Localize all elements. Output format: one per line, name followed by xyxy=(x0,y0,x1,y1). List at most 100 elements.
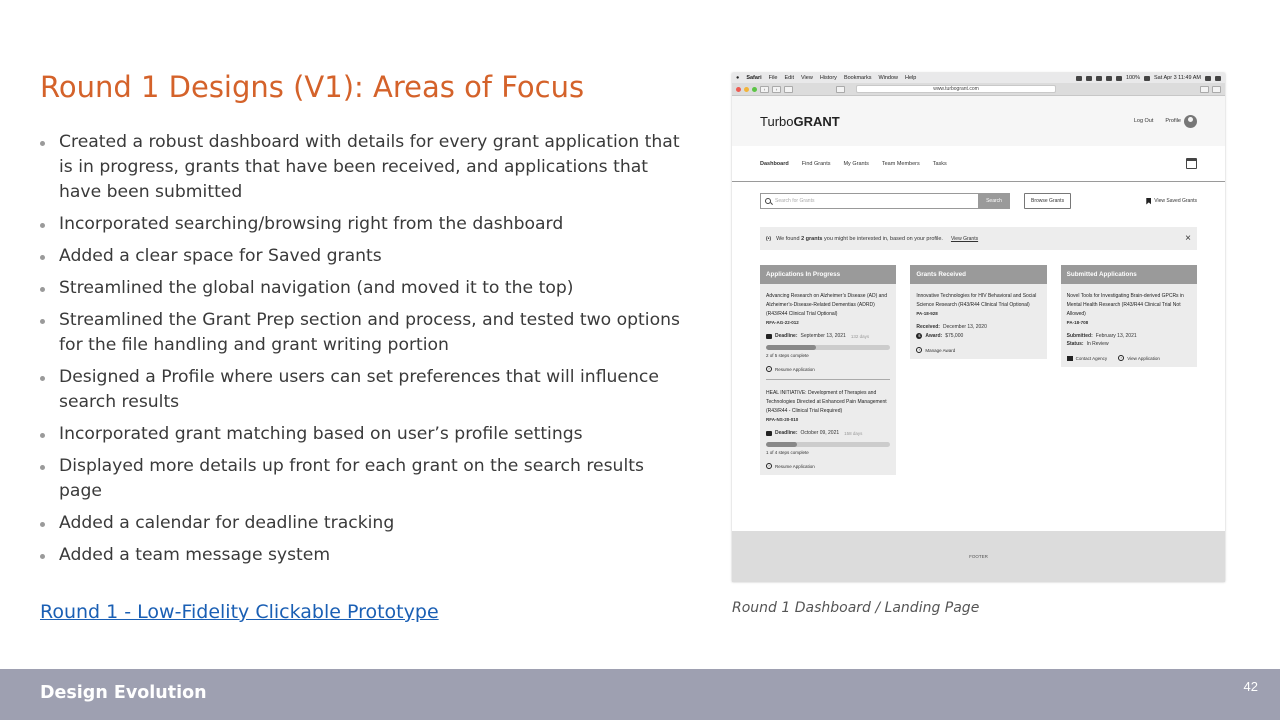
back-icon[interactable]: ‹ xyxy=(760,85,769,93)
status-icon xyxy=(1105,75,1112,81)
grant-title[interactable]: HEAL INITIATIVE: Development of Therapie… xyxy=(766,389,890,416)
dashboard-screenshot: ● Safari File Edit View History Bookmark… xyxy=(732,73,1225,582)
bullet-dot xyxy=(40,141,45,146)
logout-link[interactable]: Log Out xyxy=(1134,118,1154,124)
sidebar-icon[interactable] xyxy=(784,85,793,93)
steps-text: 1 of 4 steps complete xyxy=(766,450,809,455)
minimize-window-button[interactable] xyxy=(744,86,749,92)
header-actions: Log Out Profile xyxy=(1134,114,1197,128)
section-label: Design Evolution xyxy=(40,683,207,703)
resume-application-link[interactable]: › Resume Application xyxy=(766,463,890,469)
steps-text: 2 of 5 steps complete xyxy=(766,353,809,358)
submitted-row: Submitted: February 13, 2021 xyxy=(1066,333,1137,339)
resume-icon: › xyxy=(766,463,772,469)
resume-application-link[interactable]: › Resume Application xyxy=(766,366,890,372)
list-item: Streamlined the global navigation (and m… xyxy=(40,276,690,301)
view-saved-grants-link[interactable]: View Saved Grants xyxy=(1146,197,1197,205)
avatar[interactable] xyxy=(1184,114,1197,128)
progress-bar xyxy=(766,345,890,350)
card-in-progress: Applications In Progress Advancing Resea… xyxy=(760,265,897,475)
app-header: TurboGRANT Log Out Profile xyxy=(732,96,1225,146)
close-icon[interactable]: × xyxy=(1185,233,1191,244)
nav-dashboard[interactable]: Dashboard xyxy=(760,161,789,167)
forward-icon[interactable]: › xyxy=(772,85,781,93)
nav-tasks[interactable]: Tasks xyxy=(933,161,947,167)
menu-item[interactable]: History xyxy=(820,75,837,81)
list-item: Streamlined the Grant Prep section and p… xyxy=(40,308,690,358)
menu-item[interactable]: Window xyxy=(878,75,898,81)
search-icon xyxy=(765,198,771,204)
status-icon xyxy=(1095,75,1102,81)
manage-award-link[interactable]: › Manage Award xyxy=(916,347,1040,353)
grant-code: RFA-NS-20-010 xyxy=(766,417,799,422)
resume-icon: › xyxy=(766,366,772,372)
clock: Sat Apr 3 11:49 AM xyxy=(1154,75,1201,81)
menu-item[interactable]: Safari xyxy=(746,75,761,81)
bookmark-icon xyxy=(1146,197,1152,205)
nav-my-grants[interactable]: My Grants xyxy=(843,161,868,167)
view-application-link[interactable]: View Application xyxy=(1127,356,1160,361)
contact-agency-link[interactable]: Contact Agency xyxy=(1076,356,1108,361)
prototype-link[interactable]: Round 1 - Low-Fidelity Clickable Prototy… xyxy=(40,601,439,623)
menu-item[interactable]: File xyxy=(769,75,778,81)
url-bar[interactable]: www.turbogrant.com xyxy=(856,85,1056,93)
card-header: Applications In Progress xyxy=(760,265,897,284)
profile-link[interactable]: Profile xyxy=(1165,118,1181,124)
view-grants-link[interactable]: View Grants xyxy=(951,236,978,242)
grant-code: PA-18-708 xyxy=(1066,320,1089,325)
bullet-dot xyxy=(40,287,45,292)
menu-item[interactable]: View xyxy=(801,75,813,81)
control-center-icon[interactable] xyxy=(1215,75,1221,81)
search-icon[interactable] xyxy=(1205,75,1211,81)
search-row: Search for Grants Search Browse Grants V… xyxy=(760,193,1197,209)
grant-title[interactable]: Innovative Technologies for HIV Behavior… xyxy=(916,292,1040,310)
focus-list: Created a robust dashboard with details … xyxy=(40,130,690,575)
search-button[interactable]: Search xyxy=(978,193,1010,209)
submitted-actions: Contact Agency › View Application xyxy=(1066,355,1191,361)
nav-find-grants[interactable]: Find Grants xyxy=(802,161,831,167)
turbogrant-logo[interactable]: TurboGRANT xyxy=(760,114,840,129)
menu-item[interactable]: Bookmarks xyxy=(844,75,872,81)
list-item: Incorporated grant matching based on use… xyxy=(40,422,690,447)
tabs-icon[interactable] xyxy=(1212,85,1221,93)
view-icon: › xyxy=(1118,355,1125,361)
list-item: Incorporated searching/browsing right fr… xyxy=(40,212,690,237)
screenshot-caption: Round 1 Dashboard / Landing Page xyxy=(732,600,980,616)
bullet-dot xyxy=(40,522,45,527)
browse-grants-button[interactable]: Browse Grants xyxy=(1024,193,1072,209)
grant-code: PA-18-928 xyxy=(916,311,938,316)
extension-icon[interactable] xyxy=(836,85,845,93)
wifi-icon xyxy=(1115,75,1122,81)
card-header: Submitted Applications xyxy=(1060,265,1197,284)
zoom-window-button[interactable] xyxy=(752,86,757,92)
list-item: Added a team message system xyxy=(40,543,690,568)
calendar-icon[interactable] xyxy=(1186,158,1197,169)
bullet-dot xyxy=(40,223,45,228)
grant-title[interactable]: Advancing Research on Alzheimer’s Diseas… xyxy=(766,292,890,319)
dashboard-cards: Applications In Progress Advancing Resea… xyxy=(760,265,1197,475)
bullet-dot xyxy=(40,255,45,260)
close-window-button[interactable] xyxy=(736,86,741,92)
bullet-dot xyxy=(40,465,45,470)
progress-fill xyxy=(766,345,816,350)
list-item: Added a calendar for deadline tracking xyxy=(40,511,690,536)
bullet-dot xyxy=(40,554,45,559)
progress-fill xyxy=(766,442,797,447)
status-icon xyxy=(1075,75,1082,81)
search-placeholder: Search for Grants xyxy=(775,198,815,204)
manage-icon: › xyxy=(916,347,923,353)
broadcast-icon: (•) xyxy=(766,235,772,242)
mac-menubar: ● Safari File Edit View History Bookmark… xyxy=(732,73,1225,83)
card-received: Grants Received Innovative Technologies … xyxy=(910,265,1047,359)
menu-item[interactable]: Help xyxy=(905,75,916,81)
bullet-dot xyxy=(40,376,45,381)
menu-item[interactable]: Edit xyxy=(785,75,794,81)
share-icon[interactable] xyxy=(1200,85,1209,93)
nav-team-members[interactable]: Team Members xyxy=(882,161,920,167)
search-input[interactable]: Search for Grants xyxy=(760,193,978,209)
calendar-icon xyxy=(766,430,772,436)
app-footer: FOOTER xyxy=(732,531,1225,582)
card-header: Grants Received xyxy=(910,265,1047,284)
grant-title[interactable]: Novel Tools for Investigating Brain-deri… xyxy=(1067,292,1191,319)
progress-bar xyxy=(766,442,890,447)
